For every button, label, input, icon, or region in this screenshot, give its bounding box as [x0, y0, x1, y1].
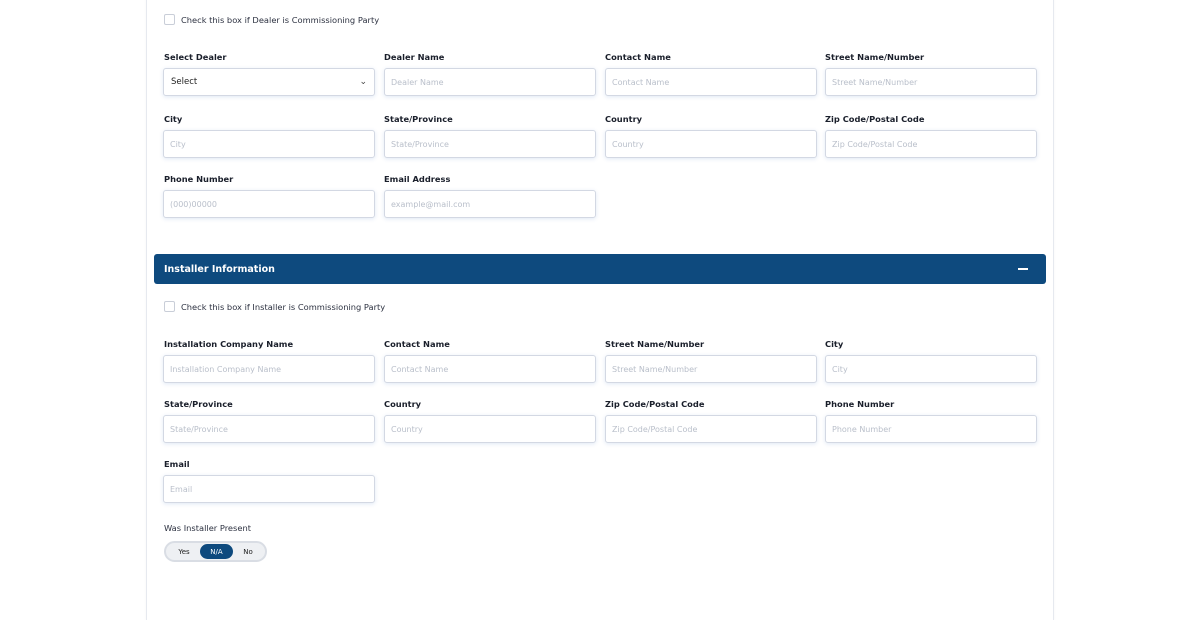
- dealer-country-label: Country: [605, 114, 643, 124]
- installer-zip-label: Zip Code/Postal Code: [605, 399, 705, 409]
- dealer-commissioning-row: Check this box if Dealer is Commissionin…: [164, 14, 379, 25]
- dealer-phone-label: Phone Number: [164, 174, 234, 184]
- dealer-contact-name-label: Contact Name: [605, 52, 671, 62]
- dealer-name-input[interactable]: [384, 68, 596, 96]
- installation-company-label: Installation Company Name: [164, 339, 294, 349]
- installer-street-input[interactable]: [605, 355, 817, 383]
- installer-zip-input[interactable]: [605, 415, 817, 443]
- dealer-street-label: Street Name/Number: [825, 52, 925, 62]
- installer-phone-input[interactable]: [825, 415, 1037, 443]
- dealer-contact-name-input[interactable]: [605, 68, 817, 96]
- dealer-commissioning-checkbox[interactable]: [164, 14, 175, 25]
- minus-icon[interactable]: [1018, 268, 1028, 270]
- installer-contact-name-input[interactable]: [384, 355, 596, 383]
- installer-present-yes-option[interactable]: Yes: [168, 544, 200, 559]
- installer-email-input[interactable]: [163, 475, 375, 503]
- installer-state-label: State/Province: [164, 399, 233, 409]
- installer-city-label: City: [825, 339, 844, 349]
- dealer-city-label: City: [164, 114, 183, 124]
- dealer-name-label: Dealer Name: [384, 52, 445, 62]
- dealer-zip-label: Zip Code/Postal Code: [825, 114, 925, 124]
- installer-present-na-option[interactable]: N/A: [200, 544, 233, 559]
- installer-state-input[interactable]: [163, 415, 375, 443]
- dealer-country-input[interactable]: [605, 130, 817, 158]
- installer-commissioning-row: Check this box if Installer is Commissio…: [164, 301, 385, 312]
- chevron-down-icon: ⌄: [359, 77, 367, 87]
- select-dealer-value: Select: [171, 77, 198, 87]
- installer-city-input[interactable]: [825, 355, 1037, 383]
- dealer-state-label: State/Province: [384, 114, 453, 124]
- dealer-zip-input[interactable]: [825, 130, 1037, 158]
- installer-commissioning-checkbox[interactable]: [164, 301, 175, 312]
- dealer-state-input[interactable]: [384, 130, 596, 158]
- installer-country-input[interactable]: [384, 415, 596, 443]
- dealer-street-input[interactable]: [825, 68, 1037, 96]
- installer-section-header[interactable]: Installer Information: [154, 254, 1046, 284]
- installer-street-label: Street Name/Number: [605, 339, 705, 349]
- installer-present-no-option[interactable]: No: [233, 544, 263, 559]
- dealer-commissioning-label: Check this box if Dealer is Commissionin…: [181, 14, 380, 25]
- installer-email-label: Email: [164, 459, 190, 469]
- dealer-email-label: Email Address: [384, 174, 451, 184]
- select-dealer-dropdown[interactable]: Select ⌄: [163, 68, 375, 96]
- select-dealer-label: Select Dealer: [164, 52, 227, 62]
- dealer-city-input[interactable]: [163, 130, 375, 158]
- installer-contact-name-label: Contact Name: [384, 339, 450, 349]
- installer-commissioning-label: Check this box if Installer is Commissio…: [181, 301, 386, 312]
- installer-present-question: Was Installer Present: [164, 523, 251, 533]
- installer-section-title: Installer Information: [164, 263, 275, 275]
- installation-company-input[interactable]: [163, 355, 375, 383]
- installer-present-toggle[interactable]: Yes N/A No: [164, 541, 267, 562]
- dealer-phone-input[interactable]: [163, 190, 375, 218]
- installer-phone-label: Phone Number: [825, 399, 895, 409]
- dealer-email-input[interactable]: [384, 190, 596, 218]
- installer-country-label: Country: [384, 399, 422, 409]
